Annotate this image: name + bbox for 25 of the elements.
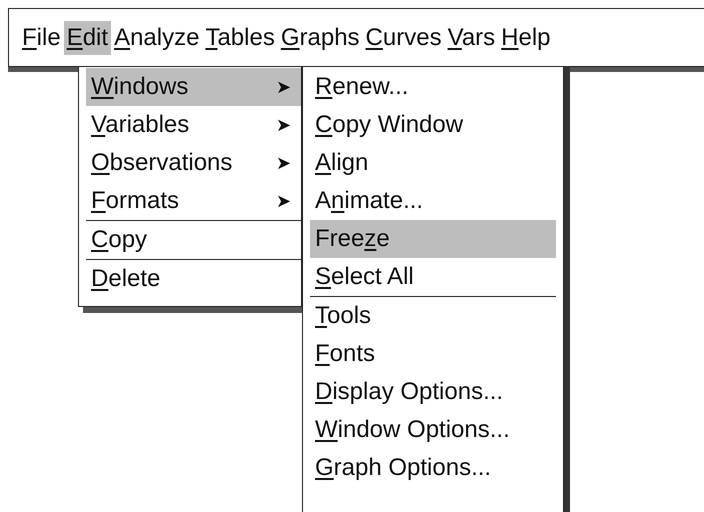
- menu-item[interactable]: Renew...: [310, 68, 556, 106]
- menu-bar-item[interactable]: Curves: [362, 20, 445, 54]
- menu-item[interactable]: Fonts: [310, 335, 556, 373]
- menu-item[interactable]: Copy Window: [310, 106, 556, 144]
- menu-bar-item[interactable]: Help: [498, 20, 554, 54]
- menu-item[interactable]: Align: [310, 144, 556, 182]
- menu-item[interactable]: Delete: [86, 259, 301, 298]
- menu-item[interactable]: Freeze: [310, 220, 556, 258]
- menu-item[interactable]: Variables ➤: [86, 106, 301, 144]
- menu-bar-item[interactable]: Tables: [202, 20, 278, 54]
- menu-item[interactable]: Formats ➤: [86, 182, 301, 220]
- menu-bar-item[interactable]: Edit: [64, 20, 112, 54]
- menu-bar-item[interactable]: Graphs: [278, 20, 363, 54]
- menu-item[interactable]: Select All: [310, 258, 556, 296]
- menu-item[interactable]: Copy: [86, 220, 301, 259]
- menu-item[interactable]: Graph Options...: [310, 449, 556, 487]
- menu-item[interactable]: Observations ➤: [86, 144, 301, 182]
- menu-item[interactable]: Windows ➤: [86, 68, 301, 106]
- menu-item[interactable]: Display Options...: [310, 373, 556, 411]
- menu-item[interactable]: Window Options...: [310, 411, 556, 449]
- menu-bar-item[interactable]: Vars: [444, 20, 498, 54]
- menu-bar-item[interactable]: Analyze: [111, 20, 202, 54]
- menu-bar-item[interactable]: File: [19, 20, 64, 54]
- menu-item[interactable]: Tools: [310, 296, 556, 335]
- menu-item[interactable]: Animate...: [310, 182, 556, 220]
